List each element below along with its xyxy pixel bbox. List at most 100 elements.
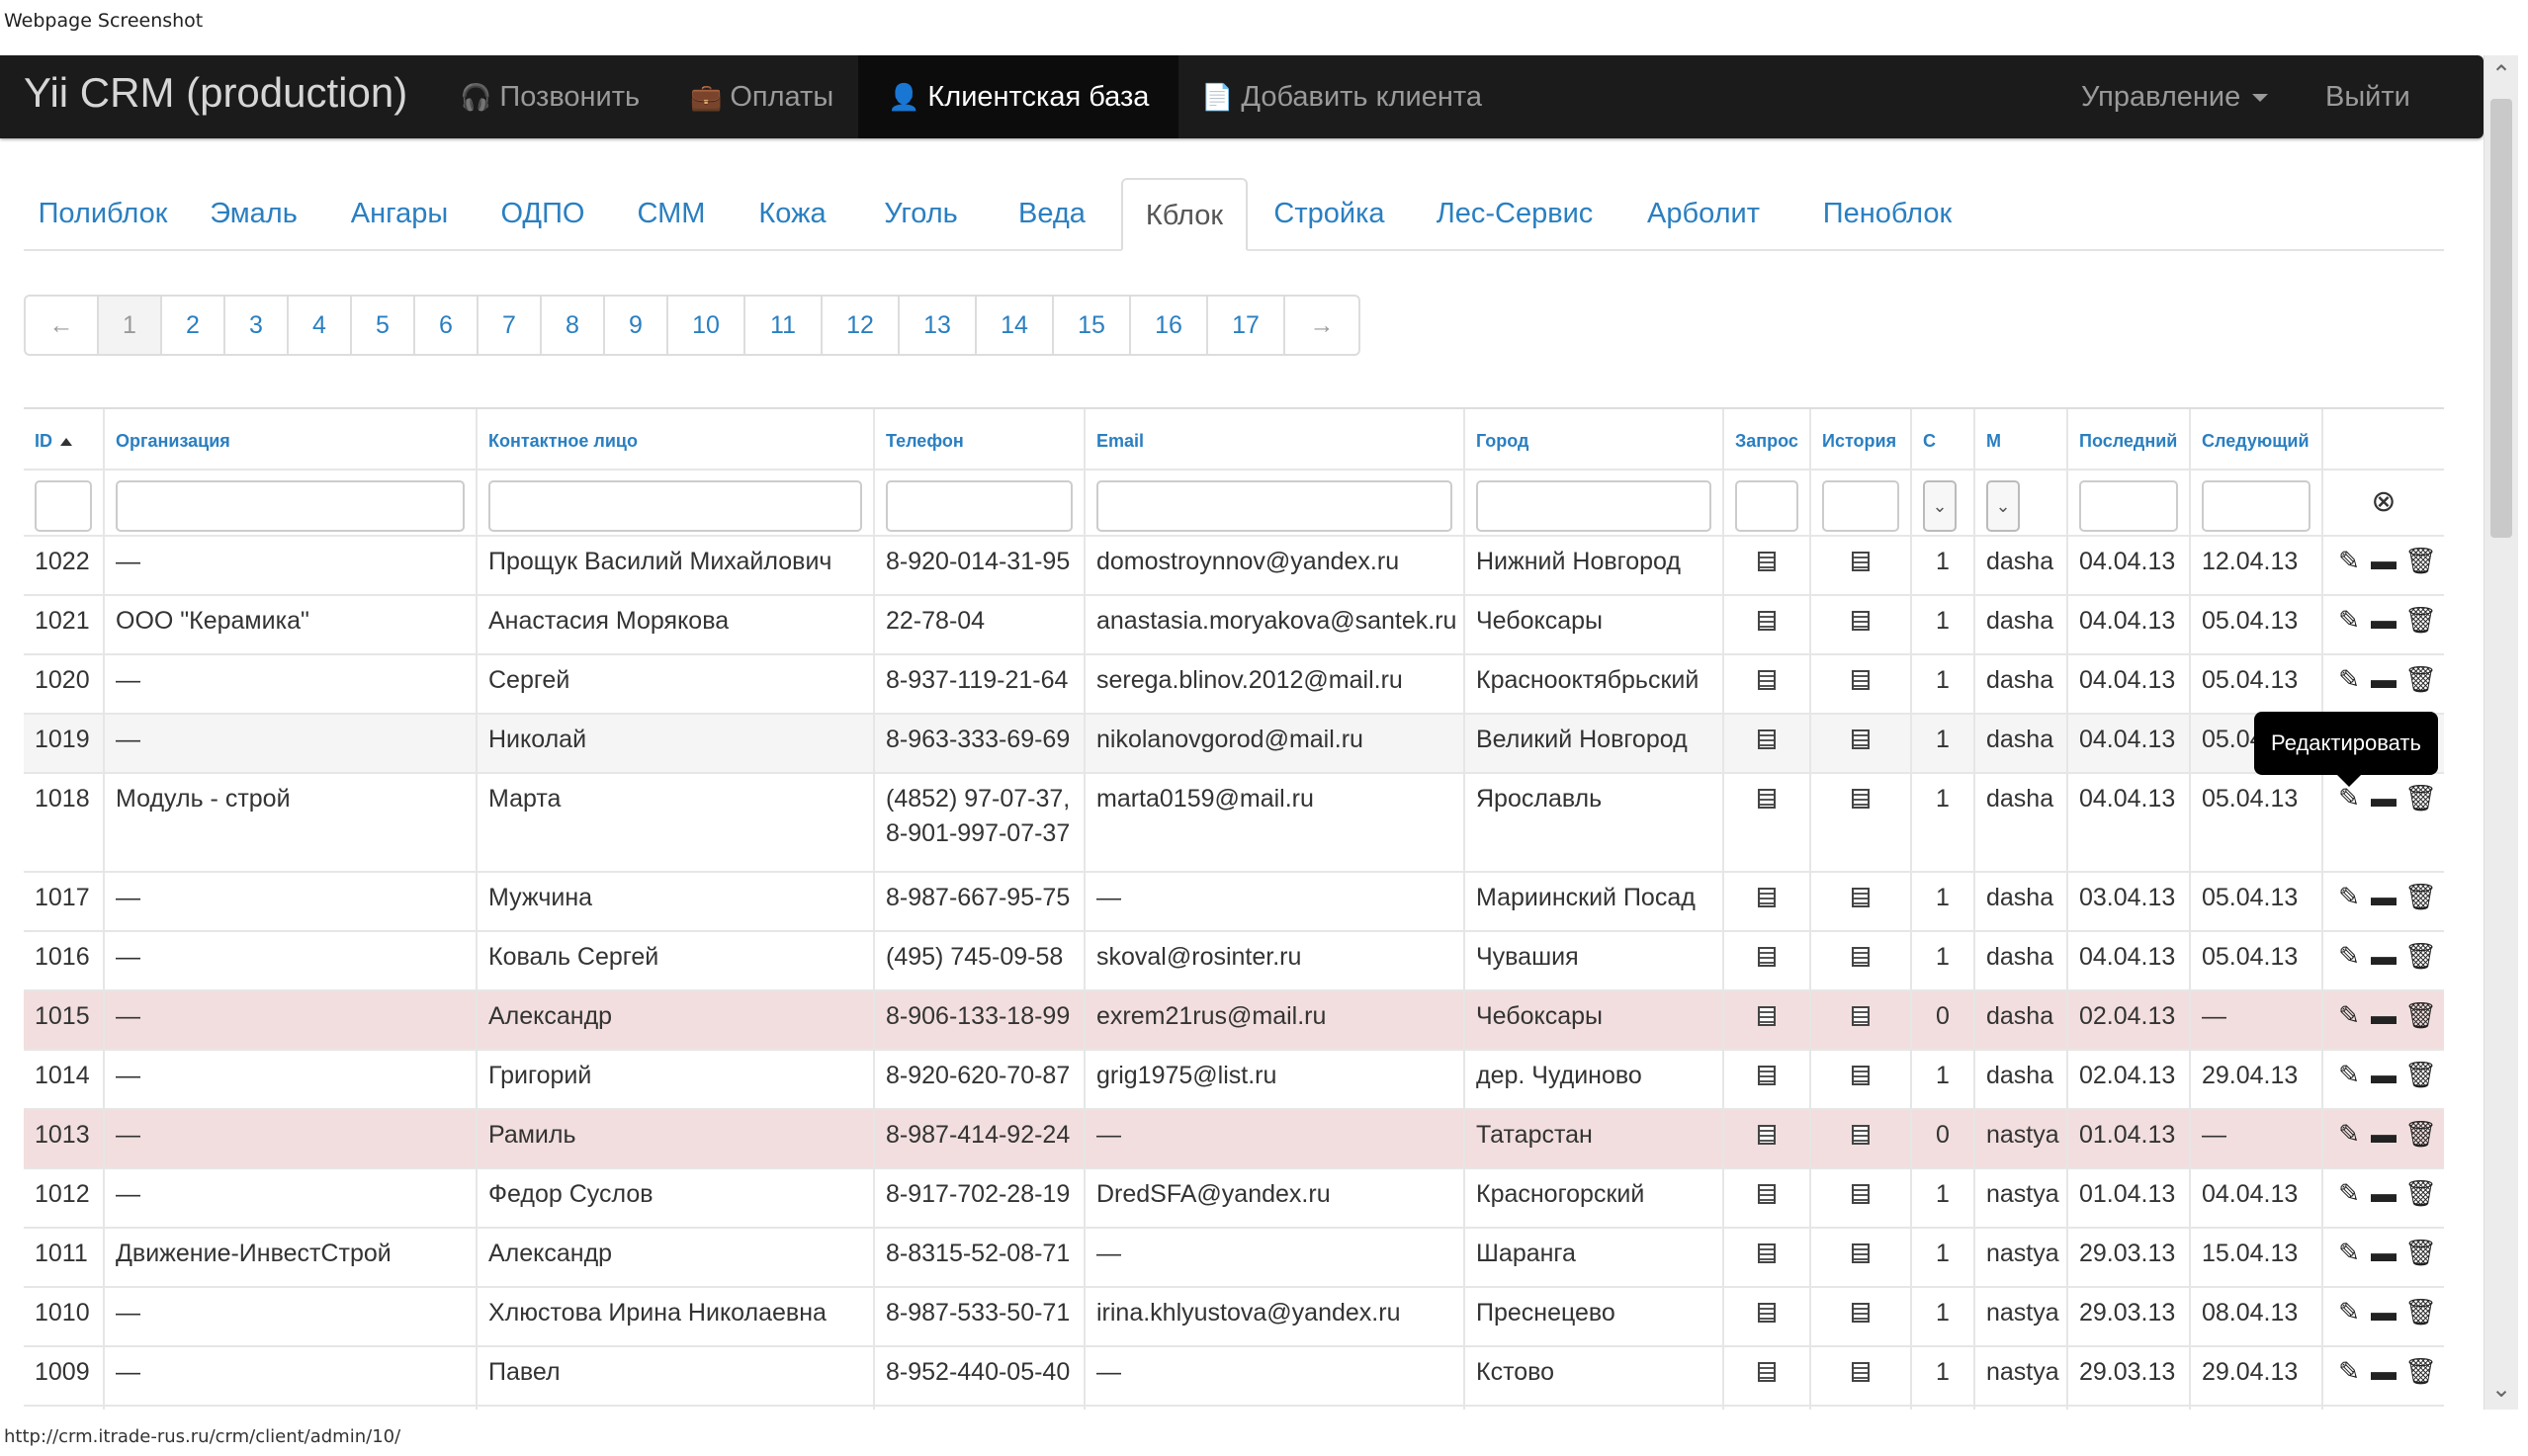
filter-s-select[interactable]: ⌄ [1923, 480, 1957, 532]
edit-pencil-icon[interactable]: ✎ [2337, 664, 2361, 695]
column-header-city[interactable]: Город [1463, 409, 1722, 469]
filter-contact-input[interactable] [488, 480, 862, 532]
trash-icon[interactable]: 🗑 [2404, 605, 2437, 636]
pagination-page[interactable]: 3 [225, 297, 289, 354]
history-list-icon[interactable] [1852, 729, 1870, 749]
briefcase-icon[interactable]: ▬ [2371, 1356, 2397, 1387]
filter-m-select[interactable]: ⌄ [1986, 480, 2020, 532]
tab-category[interactable]: Веда [988, 178, 1116, 249]
nav-logout[interactable]: Выйти [2296, 55, 2440, 138]
edit-pencil-icon[interactable]: ✎ [2337, 783, 2361, 814]
briefcase-icon[interactable]: ▬ [2371, 664, 2397, 695]
tab-category[interactable]: СММ [612, 178, 731, 249]
edit-pencil-icon[interactable]: ✎ [2337, 1000, 2361, 1031]
history-list-icon[interactable] [1852, 1303, 1870, 1323]
nav-add-client[interactable]: 📄 Добавить клиента [1172, 55, 1512, 138]
filter-request-input[interactable] [1735, 480, 1798, 532]
filter-email-input[interactable] [1096, 480, 1452, 532]
request-list-icon[interactable] [1758, 1243, 1776, 1263]
pagination-page[interactable]: 16 [1131, 297, 1208, 354]
edit-pencil-icon[interactable]: ✎ [2337, 1297, 2361, 1328]
filter-phone-input[interactable] [886, 480, 1073, 532]
edit-pencil-icon[interactable]: ✎ [2337, 1238, 2361, 1268]
briefcase-icon[interactable]: ▬ [2371, 1178, 2397, 1209]
pagination-page[interactable]: 5 [352, 297, 415, 354]
column-header-phone[interactable]: Телефон [873, 409, 1084, 469]
trash-icon[interactable]: 🗑 [2404, 941, 2437, 972]
tab-category[interactable]: Пеноблок [1788, 178, 1986, 249]
pagination-prev[interactable]: ← [26, 297, 99, 354]
column-header-m[interactable]: М [1973, 409, 2066, 469]
request-list-icon[interactable] [1758, 947, 1776, 967]
briefcase-icon[interactable]: ▬ [2371, 1000, 2397, 1031]
edit-pencil-icon[interactable]: ✎ [2337, 1119, 2361, 1150]
briefcase-icon[interactable]: ▬ [2371, 1238, 2397, 1268]
pagination-page[interactable]: 7 [479, 297, 542, 354]
edit-pencil-icon[interactable]: ✎ [2337, 605, 2361, 636]
tab-category[interactable]: Кожа [731, 178, 854, 249]
tab-category[interactable]: Полиблок [24, 178, 182, 249]
history-list-icon[interactable] [1852, 789, 1870, 809]
column-header-request[interactable]: Запрос [1722, 409, 1809, 469]
column-header-org[interactable]: Организация [103, 409, 476, 469]
briefcase-icon[interactable]: ▬ [2371, 941, 2397, 972]
column-header-id[interactable]: ID [24, 409, 103, 469]
pagination-next[interactable]: → [1285, 297, 1358, 354]
clear-filters-icon[interactable]: ⊗ [2323, 484, 2444, 519]
trash-icon[interactable]: 🗑 [2404, 664, 2437, 695]
pagination-page[interactable]: 2 [162, 297, 225, 354]
filter-next-input[interactable] [2202, 480, 2310, 532]
request-list-icon[interactable] [1758, 1125, 1776, 1145]
nav-payments[interactable]: 💼 Оплаты [660, 55, 863, 138]
pagination-page[interactable]: 14 [977, 297, 1054, 354]
filter-city-input[interactable] [1476, 480, 1711, 532]
tab-category[interactable]: Уголь [854, 178, 988, 249]
column-header-email[interactable]: Email [1084, 409, 1463, 469]
edit-pencil-icon[interactable]: ✎ [2337, 1356, 2361, 1387]
tab-category[interactable]: Ангары [325, 178, 474, 249]
briefcase-icon[interactable]: ▬ [2371, 605, 2397, 636]
brand[interactable]: Yii CRM (production) [24, 69, 407, 117]
pagination-page[interactable]: 17 [1208, 297, 1285, 354]
request-list-icon[interactable] [1758, 1362, 1776, 1382]
briefcase-icon[interactable]: ▬ [2371, 882, 2397, 912]
request-list-icon[interactable] [1758, 1184, 1776, 1204]
history-list-icon[interactable] [1852, 888, 1870, 907]
filter-last-input[interactable] [2079, 480, 2178, 532]
filter-history-input[interactable] [1822, 480, 1899, 532]
briefcase-icon[interactable]: ▬ [2371, 1060, 2397, 1090]
pagination-page[interactable]: 6 [415, 297, 479, 354]
history-list-icon[interactable] [1852, 947, 1870, 967]
history-list-icon[interactable] [1852, 1362, 1870, 1382]
edit-pencil-icon[interactable]: ✎ [2337, 882, 2361, 912]
pagination-page[interactable]: 9 [605, 297, 668, 354]
trash-icon[interactable]: 🗑 [2404, 1238, 2437, 1268]
column-header-s[interactable]: С [1910, 409, 1973, 469]
briefcase-icon[interactable]: ▬ [2371, 783, 2397, 814]
tab-category[interactable]: Арболит [1618, 178, 1788, 249]
pagination-page[interactable]: 1 [99, 297, 162, 354]
pagination-page[interactable]: 13 [900, 297, 977, 354]
pagination-page[interactable]: 8 [542, 297, 605, 354]
edit-pencil-icon[interactable]: ✎ [2337, 941, 2361, 972]
edit-pencil-icon[interactable]: ✎ [2337, 1178, 2361, 1209]
trash-icon[interactable]: 🗑 [2404, 1356, 2437, 1387]
tab-category-active[interactable]: Кблок [1121, 178, 1248, 251]
request-list-icon[interactable] [1758, 1006, 1776, 1026]
nav-manage-dropdown[interactable]: Управление [2051, 55, 2298, 138]
history-list-icon[interactable] [1852, 1066, 1870, 1085]
history-list-icon[interactable] [1852, 1184, 1870, 1204]
column-header-last[interactable]: Последний [2066, 409, 2189, 469]
pagination-page[interactable]: 11 [745, 297, 823, 354]
trash-icon[interactable]: 🗑 [2404, 882, 2437, 912]
briefcase-icon[interactable]: ▬ [2371, 546, 2397, 576]
briefcase-icon[interactable]: ▬ [2371, 1297, 2397, 1328]
trash-icon[interactable]: 🗑 [2404, 1000, 2437, 1031]
history-list-icon[interactable] [1852, 1243, 1870, 1263]
column-header-contact[interactable]: Контактное лицо [476, 409, 873, 469]
pagination-page[interactable]: 10 [668, 297, 745, 354]
tab-category[interactable]: Лес-Сервис [1411, 178, 1618, 249]
request-list-icon[interactable] [1758, 1303, 1776, 1323]
history-list-icon[interactable] [1852, 1006, 1870, 1026]
request-list-icon[interactable] [1758, 789, 1776, 809]
